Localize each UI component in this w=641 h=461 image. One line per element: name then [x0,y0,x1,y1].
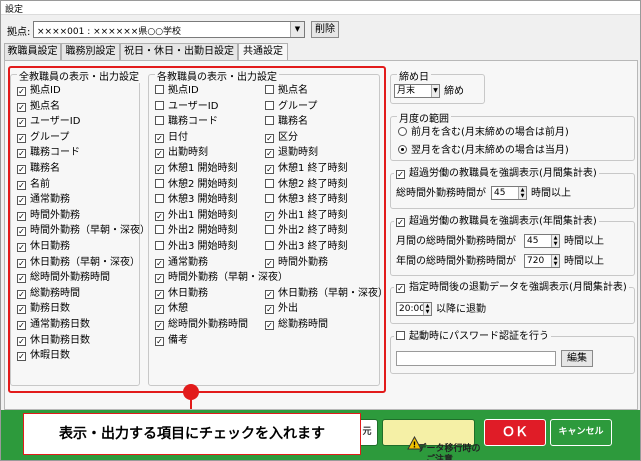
location-select[interactable]: ××××001 : ××××××県○○学校 [33,21,305,38]
callout-dot [183,384,199,400]
check-icon: ✓ [396,284,405,293]
overwork-year-annual-value: 720 [527,256,545,266]
spinner-arrows-icon[interactable]: ▲ ▼ [423,303,431,315]
startup-password-checkbox[interactable]: 起動時にパスワード認証を行う [394,330,551,343]
overwork-year-monthly-input[interactable]: 45 ▲ ▼ [524,234,560,248]
late-leave-group: ✓ 指定時間後の退勤データを強調表示(月間集計表) 20:00 ▲ ▼ 以降に退勤 [390,281,635,324]
startup-password-group: 起動時にパスワード認証を行う 編集 [390,330,635,374]
settings-window: 設定 拠点: ××××001 : ××××××県○○学校 ▼ 削除 教職員設定 … [0,0,641,461]
chevron-down-icon[interactable]: ▼ [431,85,439,97]
tab-common-settings[interactable]: 共通設定 [238,43,288,61]
overwork-year-annual-label: 年間の総時間外勤務時間が [396,256,516,267]
chevron-down-icon[interactable]: ▼ [290,22,304,37]
radio-indicator [398,127,407,136]
overwork-month-checkbox[interactable]: ✓ 超過労働の教職員を強調表示(月間集計表) [394,167,599,180]
late-leave-suffix: 以降に退勤 [436,304,486,315]
delete-button[interactable]: 削除 [311,21,339,38]
month-range-title: 月度の範囲 [397,110,451,125]
password-field[interactable] [396,351,556,366]
overwork-year-monthly-suffix: 時間以上 [564,236,604,247]
checkbox-box [396,331,405,340]
radio-prev-month[interactable]: 前月を含む(月末締めの場合は前月) [398,126,569,139]
overwork-month-hours-input[interactable]: 45 ▲ ▼ [491,186,527,200]
late-leave-time-value: 20:00 [399,304,425,314]
overwork-year-monthly-label: 月間の総時間外勤務時間が [396,236,516,247]
closing-day-select[interactable]: 月末 ▼ [394,84,440,98]
spinner-arrows-icon[interactable]: ▲ ▼ [551,235,559,247]
overwork-year-annual-suffix: 時間以上 [564,256,604,267]
overwork-month-title: 超過労働の教職員を強調表示(月間集計表) [409,168,597,179]
tab-holiday-settings[interactable]: 祝日・休日・出勤日設定 [120,43,238,60]
overwork-year-checkbox[interactable]: ✓ 超過労働の教職員を強調表示(年間集計表) [394,215,599,228]
radio-next-month[interactable]: 翌月を含む(月末締めの場合は当月) [398,144,569,157]
highlight-frame [8,66,386,393]
radio-indicator [398,145,407,154]
spinner-arrows-icon[interactable]: ▲ ▼ [518,187,526,199]
overwork-month-hours-value: 45 [494,188,506,198]
location-row: 拠点: ××××001 : ××××××県○○学校 ▼ 削除 [1,17,640,41]
data-migration-notice-button[interactable]: ! データ移行時の ご注意 [382,419,481,460]
late-leave-checkbox[interactable]: ✓ 指定時間後の退勤データを強調表示(月間集計表) [394,281,629,294]
warning-icon: ! [388,425,422,450]
startup-password-title: 起動時にパスワード認証を行う [409,331,549,342]
overwork-month-group: ✓ 超過労働の教職員を強調表示(月間集計表) 総時間外勤務時間が 45 ▲ ▼ 時間… [390,167,635,209]
radio-next-month-label: 翌月を含む(月末締めの場合は当月) [411,145,569,156]
month-range-group: 月度の範囲 前月を含む(月末締めの場合は前月) 翌月を含む(月末締めの場合は当月… [390,110,635,161]
late-leave-title: 指定時間後の退勤データを強調表示(月間集計表) [409,282,627,293]
overwork-year-annual-input[interactable]: 720 ▲ ▼ [524,254,560,268]
title-bar: 設定 [1,1,640,15]
ok-button[interactable]: ＯＫ [484,419,546,446]
late-leave-time-input[interactable]: 20:00 ▲ ▼ [396,302,432,316]
closing-day-suffix: 締め [444,86,464,97]
check-icon: ✓ [396,218,405,227]
overwork-month-row-label: 総時間外勤務時間が [396,188,486,199]
tab-staff-settings[interactable]: 教職員設定 [4,43,61,60]
cancel-button[interactable]: キャンセル [550,419,612,446]
window-title: 設定 [5,5,24,15]
overwork-month-suffix: 時間以上 [531,188,571,199]
overwork-year-monthly-value: 45 [527,236,539,246]
spinner-arrows-icon[interactable]: ▲ ▼ [551,255,559,267]
tab-duty-settings[interactable]: 職務別設定 [61,43,120,60]
closing-day-group: 締め日 月末 ▼ 締め [390,68,485,104]
radio-prev-month-label: 前月を含む(月末締めの場合は前月) [411,127,569,138]
location-label: 拠点: [7,27,31,38]
svg-text:!: ! [412,441,416,450]
overwork-year-group: ✓ 超過労働の教職員を強調表示(年間集計表) 月間の総時間外勤務時間が 45 ▲ ▼… [390,215,635,276]
edit-password-button[interactable]: 編集 [561,350,593,367]
closing-day-title: 締め日 [397,68,431,83]
instruction-callout: 表示・出力する項目にチェックを入れます [23,413,361,455]
check-icon: ✓ [396,170,405,179]
overwork-year-title: 超過労働の教職員を強調表示(年間集計表) [409,216,597,227]
closing-day-value: 月末 [397,86,416,96]
